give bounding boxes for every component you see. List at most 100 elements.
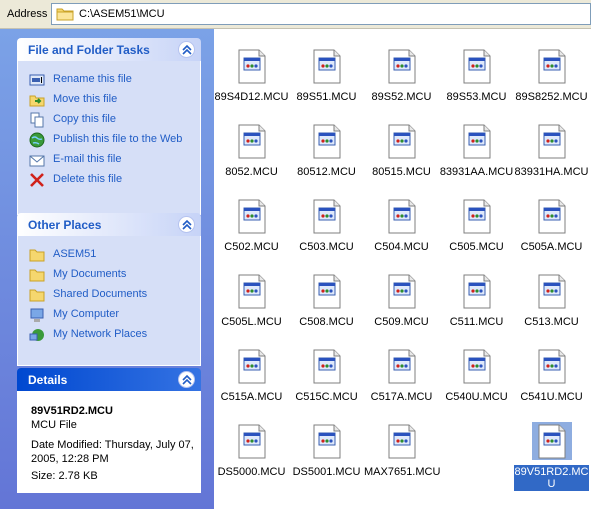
file-name-label[interactable]: DS5000.MCU xyxy=(214,466,289,478)
file-name-label[interactable]: 80515.MCU xyxy=(364,166,439,178)
file-name-label[interactable]: C517A.MCU xyxy=(364,391,439,403)
collapse-chevron-icon[interactable] xyxy=(178,41,195,58)
file-name-label[interactable]: C509.MCU xyxy=(364,316,439,328)
mcu-file-icon[interactable] xyxy=(536,49,568,84)
task-rename[interactable]: Rename this file xyxy=(28,70,200,90)
collapse-chevron-icon[interactable] xyxy=(178,371,195,388)
file-item[interactable]: 89S52.MCU xyxy=(364,29,439,104)
mcu-file-icon[interactable] xyxy=(386,199,418,234)
file-item[interactable]: C541U.MCU xyxy=(514,329,589,404)
file-name-label[interactable]: 89S8252.MCU xyxy=(514,91,589,103)
file-item[interactable]: C505A.MCU xyxy=(514,179,589,254)
mcu-file-icon[interactable] xyxy=(461,274,493,309)
file-item[interactable]: 8052.MCU xyxy=(214,104,289,179)
file-item[interactable]: C540U.MCU xyxy=(439,329,514,404)
place-label[interactable]: ASEM51 xyxy=(53,248,96,260)
file-name-label[interactable]: C513.MCU xyxy=(514,316,589,328)
file-name-label[interactable]: 83931AA.MCU xyxy=(439,166,514,178)
file-name-label[interactable]: C505.MCU xyxy=(439,241,514,253)
mcu-file-icon[interactable] xyxy=(311,424,343,459)
mcu-file-icon[interactable] xyxy=(386,124,418,159)
mcu-file-icon[interactable] xyxy=(236,274,268,309)
file-item[interactable]: C515A.MCU xyxy=(214,329,289,404)
mcu-file-icon[interactable] xyxy=(386,349,418,384)
mcu-file-icon[interactable] xyxy=(536,124,568,159)
file-name-label[interactable]: 89V51RD2.MC U xyxy=(514,465,589,491)
mcu-file-icon[interactable] xyxy=(386,424,418,459)
mcu-file-icon[interactable] xyxy=(236,199,268,234)
task-label[interactable]: Publish this file to the Web xyxy=(53,133,182,145)
file-name-label[interactable]: 89S53.MCU xyxy=(439,91,514,103)
mcu-file-icon[interactable] xyxy=(311,124,343,159)
file-name-label[interactable]: C511.MCU xyxy=(439,316,514,328)
file-item[interactable]: 83931HA.MCU xyxy=(514,104,589,179)
file-name-label[interactable]: C540U.MCU xyxy=(439,391,514,403)
file-item[interactable]: C505L.MCU xyxy=(214,254,289,329)
file-item[interactable]: C509.MCU xyxy=(364,254,439,329)
file-name-label[interactable]: 89S51.MCU xyxy=(289,91,364,103)
file-item[interactable]: C508.MCU xyxy=(289,254,364,329)
file-name-label[interactable]: C505A.MCU xyxy=(514,241,589,253)
task-copy[interactable]: Copy this file xyxy=(28,110,200,130)
file-item[interactable]: 80515.MCU xyxy=(364,104,439,179)
address-path[interactable]: C:\ASEM51\MCU xyxy=(79,8,165,20)
mcu-file-icon[interactable] xyxy=(311,349,343,384)
task-label[interactable]: Rename this file xyxy=(53,73,132,85)
place-label[interactable]: My Documents xyxy=(53,268,126,280)
mcu-file-icon[interactable] xyxy=(461,199,493,234)
mcu-file-icon[interactable] xyxy=(311,49,343,84)
file-item[interactable]: DS5000.MCU xyxy=(214,404,289,479)
task-move[interactable]: Move this file xyxy=(28,90,200,110)
mcu-file-icon[interactable] xyxy=(236,124,268,159)
file-item[interactable]: 89S8252.MCU xyxy=(514,29,589,104)
panel-header[interactable]: Details xyxy=(17,368,201,391)
mcu-file-icon[interactable] xyxy=(236,424,268,459)
mcu-file-icon[interactable] xyxy=(536,199,568,234)
file-item[interactable]: C504.MCU xyxy=(364,179,439,254)
place-my-documents[interactable]: My Documents xyxy=(28,265,200,285)
file-name-label[interactable]: C541U.MCU xyxy=(514,391,589,403)
file-name-label[interactable]: 89S52.MCU xyxy=(364,91,439,103)
file-name-label[interactable]: 83931HA.MCU xyxy=(514,166,589,178)
mcu-file-icon[interactable] xyxy=(236,349,268,384)
file-item[interactable]: DS5001.MCU xyxy=(289,404,364,479)
place-label[interactable]: My Network Places xyxy=(53,328,147,340)
file-item[interactable]: C503.MCU xyxy=(289,179,364,254)
place-asem51[interactable]: ASEM51 xyxy=(28,245,200,265)
file-name-label[interactable]: 89S4D12.MCU xyxy=(214,91,289,103)
file-name-label[interactable]: C503.MCU xyxy=(289,241,364,253)
mcu-file-icon[interactable] xyxy=(236,49,268,84)
panel-header[interactable]: File and Folder Tasks xyxy=(17,38,201,61)
file-name-label[interactable]: C508.MCU xyxy=(289,316,364,328)
file-item[interactable]: 89S4D12.MCU xyxy=(214,29,289,104)
file-item[interactable]: 83931AA.MCU xyxy=(439,104,514,179)
task-email[interactable]: E-mail this file xyxy=(28,150,200,170)
mcu-file-icon[interactable] xyxy=(461,124,493,159)
mcu-file-icon[interactable] xyxy=(461,49,493,84)
mcu-file-icon[interactable] xyxy=(536,274,568,309)
file-name-label[interactable]: C515A.MCU xyxy=(214,391,289,403)
mcu-file-icon[interactable] xyxy=(536,349,568,384)
place-shared-documents[interactable]: Shared Documents xyxy=(28,285,200,305)
file-item[interactable]: C502.MCU xyxy=(214,179,289,254)
task-delete[interactable]: Delete this file xyxy=(28,170,200,190)
mcu-file-icon[interactable] xyxy=(461,349,493,384)
file-name-label[interactable]: C504.MCU xyxy=(364,241,439,253)
file-name-label[interactable]: C515C.MCU xyxy=(289,391,364,403)
file-name-label[interactable]: DS5001.MCU xyxy=(289,466,364,478)
file-name-label[interactable]: MAX7651.MCU xyxy=(364,466,440,478)
place-label[interactable]: My Computer xyxy=(53,308,119,320)
task-label[interactable]: Move this file xyxy=(53,93,117,105)
file-item[interactable]: 89S51.MCU xyxy=(289,29,364,104)
file-item[interactable]: MAX7651.MCU xyxy=(364,404,440,479)
file-name-label[interactable]: C505L.MCU xyxy=(214,316,289,328)
collapse-chevron-icon[interactable] xyxy=(178,216,195,233)
file-item[interactable]: 89V51RD2.MC U xyxy=(514,404,589,491)
file-item[interactable]: C513.MCU xyxy=(514,254,589,329)
task-label[interactable]: E-mail this file xyxy=(53,153,121,165)
mcu-file-icon[interactable] xyxy=(386,274,418,309)
task-publish[interactable]: Publish this file to the Web xyxy=(28,130,200,150)
panel-header[interactable]: Other Places xyxy=(17,213,201,236)
file-item[interactable]: C505.MCU xyxy=(439,179,514,254)
file-item[interactable]: C511.MCU xyxy=(439,254,514,329)
